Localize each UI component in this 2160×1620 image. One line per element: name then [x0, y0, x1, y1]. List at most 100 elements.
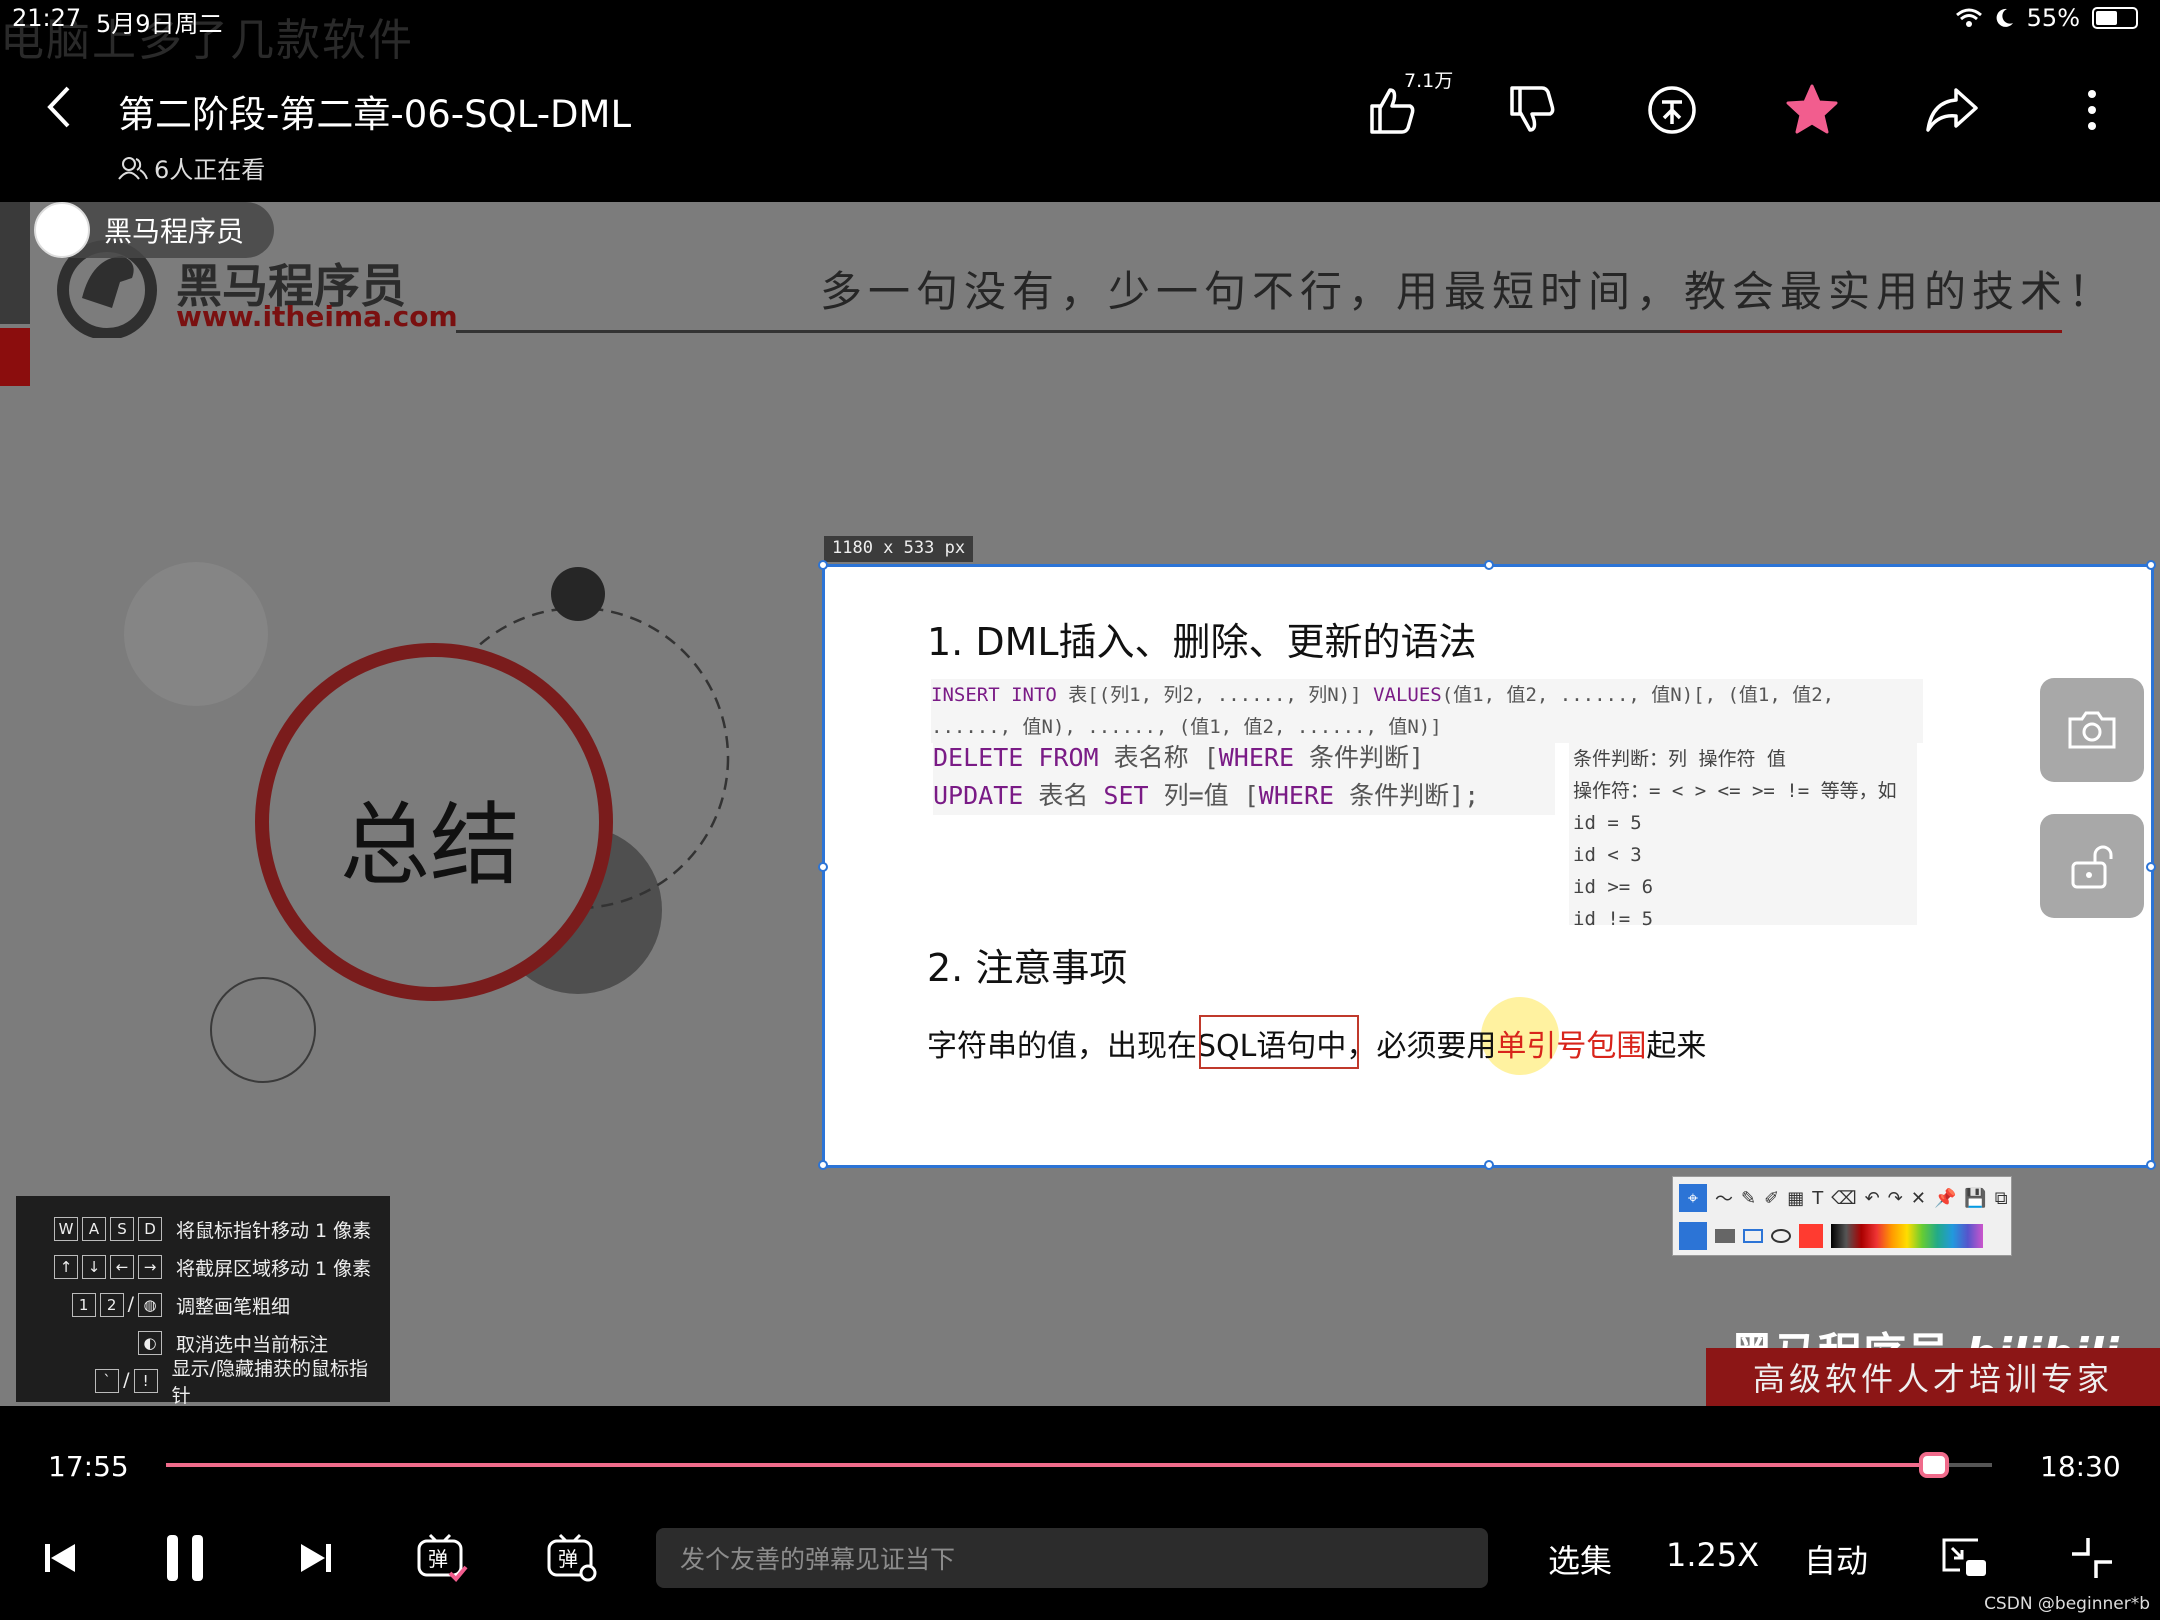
brush-size-icon[interactable]	[1679, 1222, 1707, 1250]
pause-button[interactable]	[160, 1530, 210, 1586]
delete-part: 表名称 [	[1098, 743, 1219, 772]
quality-button[interactable]: 自动	[1804, 1536, 1868, 1582]
selection-handle[interactable]	[818, 862, 828, 872]
danmaku-placeholder: 发个友善的弹幕见证当下	[680, 1545, 956, 1574]
eraser-tool-icon[interactable]: ⌫	[1831, 1188, 1856, 1209]
key-cap: 1	[71, 1293, 96, 1317]
total-time: 18:30	[2040, 1450, 2121, 1483]
capture-selection[interactable]: 1. DML插入、删除、更新的语法 INSERT INTO 表[(列1, 列2,…	[818, 560, 2156, 1170]
help-row: 1 2/◍ 调整画笔粗细	[26, 1286, 380, 1324]
pin-icon[interactable]: 📌	[1934, 1188, 1956, 1209]
status-bar: 电脑上多了几款软件 21:27 5月9日周二 55%	[0, 0, 2160, 66]
danmaku-input[interactable]: 发个友善的弹幕见证当下	[656, 1528, 1488, 1588]
selection-handle[interactable]	[2146, 1160, 2156, 1170]
pip-button[interactable]	[1936, 1530, 1992, 1586]
slogan-rule-accent	[1680, 330, 2062, 333]
brand-url: www.itheima.com	[176, 300, 458, 333]
more-icon	[2088, 90, 2096, 130]
key-cap: D	[138, 1217, 162, 1241]
help-row: WASD 将鼠标指针移动 1 像素	[26, 1210, 380, 1248]
danmaku-settings-button[interactable]: 弹	[544, 1530, 600, 1586]
condition-example: id != 5	[1573, 908, 1654, 930]
key-cap: `	[95, 1369, 120, 1393]
channel-avatar	[34, 202, 90, 258]
note-highlight: 单引号包围	[1496, 1029, 1647, 1064]
episodes-button[interactable]: 选集	[1548, 1536, 1612, 1582]
current-color-swatch[interactable]	[1799, 1224, 1823, 1248]
like-count: 7.1万	[1404, 70, 1454, 92]
key-separator: /	[127, 1293, 134, 1315]
insert-keyword: INSERT INTO	[931, 684, 1057, 706]
copy-icon[interactable]: ⧉	[1995, 1188, 2008, 1209]
close-icon[interactable]: ✕	[1911, 1188, 1926, 1209]
selection-handle[interactable]	[818, 560, 828, 570]
share-button[interactable]	[1922, 70, 1982, 150]
insert-part: 表[(列1, 列2, ......, 列N)]	[1056, 684, 1374, 706]
selection-handle[interactable]	[2146, 862, 2156, 872]
speed-button[interactable]: 1.25X	[1666, 1536, 1759, 1574]
share-icon	[1926, 88, 1978, 132]
selection-handle[interactable]	[818, 1160, 828, 1170]
select-tool-icon[interactable]: ⌖	[1679, 1184, 1707, 1212]
text-tool-icon[interactable]: T	[1812, 1188, 1823, 1209]
lock-button[interactable]	[2040, 814, 2144, 918]
selection-handle[interactable]	[1484, 1160, 1494, 1170]
save-icon[interactable]: 💾	[1964, 1188, 1986, 1209]
key-cap: !	[133, 1369, 158, 1393]
progress-thumb[interactable]	[1918, 1452, 1949, 1478]
key-separator: /	[123, 1369, 130, 1391]
video-frame[interactable]: 黑马程序员 www.itheima.com 黑马程序员 多一句没有，少一句不行，…	[0, 202, 2160, 1406]
update-part: 条件判断];	[1334, 781, 1480, 810]
where-keyword: WHERE	[1258, 781, 1335, 810]
channel-name: 黑马程序员	[104, 215, 245, 248]
skip-previous-icon	[45, 1544, 75, 1572]
fill-rect-icon[interactable]	[1715, 1229, 1735, 1243]
coin-button[interactable]	[1642, 70, 1702, 150]
section-1-heading: 1. DML插入、删除、更新的语法	[927, 620, 1477, 664]
rectangle-annotation[interactable]	[1199, 1015, 1359, 1069]
help-row: ` /! 显示/隐藏捕获的鼠标指针	[26, 1358, 380, 1406]
summary-title: 总结	[340, 793, 520, 898]
danmaku-on-icon: 弹	[417, 1533, 468, 1582]
status-time: 21:27	[12, 4, 82, 32]
color-palette[interactable]	[1831, 1224, 1983, 1248]
previous-button[interactable]	[40, 1530, 80, 1586]
key-cap: W	[54, 1217, 78, 1241]
rect-icon[interactable]	[1743, 1229, 1763, 1243]
mosaic-tool-icon[interactable]: ▦	[1787, 1188, 1804, 1209]
csdn-credit: CSDN @beginner*b	[1984, 1594, 2150, 1614]
selection-handle[interactable]	[1484, 560, 1494, 570]
watching-text: 6人正在看	[154, 156, 266, 184]
danmaku-settings-icon: 弹	[547, 1533, 597, 1582]
danmaku-toggle-button[interactable]: 弹	[414, 1530, 470, 1586]
delete-part: 条件判断]	[1294, 743, 1425, 772]
battery-icon	[2092, 7, 2138, 29]
ellipse-icon[interactable]	[1771, 1229, 1791, 1243]
set-keyword: SET	[1103, 781, 1149, 810]
exit-fullscreen-button[interactable]	[2068, 1530, 2116, 1586]
more-button[interactable]	[2062, 70, 2122, 150]
dislike-button[interactable]	[1502, 70, 1562, 150]
selection-size-label: 1180 x 533 px	[824, 536, 974, 562]
key-cap: A	[82, 1217, 106, 1241]
screenshot-button[interactable]	[2040, 678, 2144, 782]
back-icon[interactable]	[40, 82, 76, 132]
selection-handle[interactable]	[2146, 560, 2156, 570]
status-date: 5月9日周二	[96, 10, 223, 38]
favorite-star-icon	[1786, 84, 1838, 134]
favorite-button[interactable]	[1782, 70, 1842, 150]
next-button[interactable]	[296, 1530, 336, 1586]
line-tool-icon[interactable]: 〜	[1715, 1185, 1733, 1211]
channel-chip[interactable]: 黑马程序员	[34, 202, 275, 258]
condition-example: id < 3	[1573, 844, 1642, 866]
undo-icon[interactable]: ↶	[1865, 1188, 1880, 1209]
progress-track[interactable]	[166, 1463, 1992, 1467]
delete-keyword: DELETE FROM	[933, 743, 1099, 772]
condition-example: id >= 6	[1573, 876, 1654, 898]
pen-tool-icon[interactable]: ✎	[1741, 1188, 1756, 1209]
help-text: 显示/隐藏捕获的鼠标指针	[171, 1358, 368, 1406]
marker-tool-icon[interactable]: ✐	[1764, 1188, 1779, 1209]
redo-icon[interactable]: ↷	[1888, 1188, 1903, 1209]
skip-next-icon	[301, 1544, 331, 1572]
note-part: 起来	[1646, 1029, 1707, 1064]
